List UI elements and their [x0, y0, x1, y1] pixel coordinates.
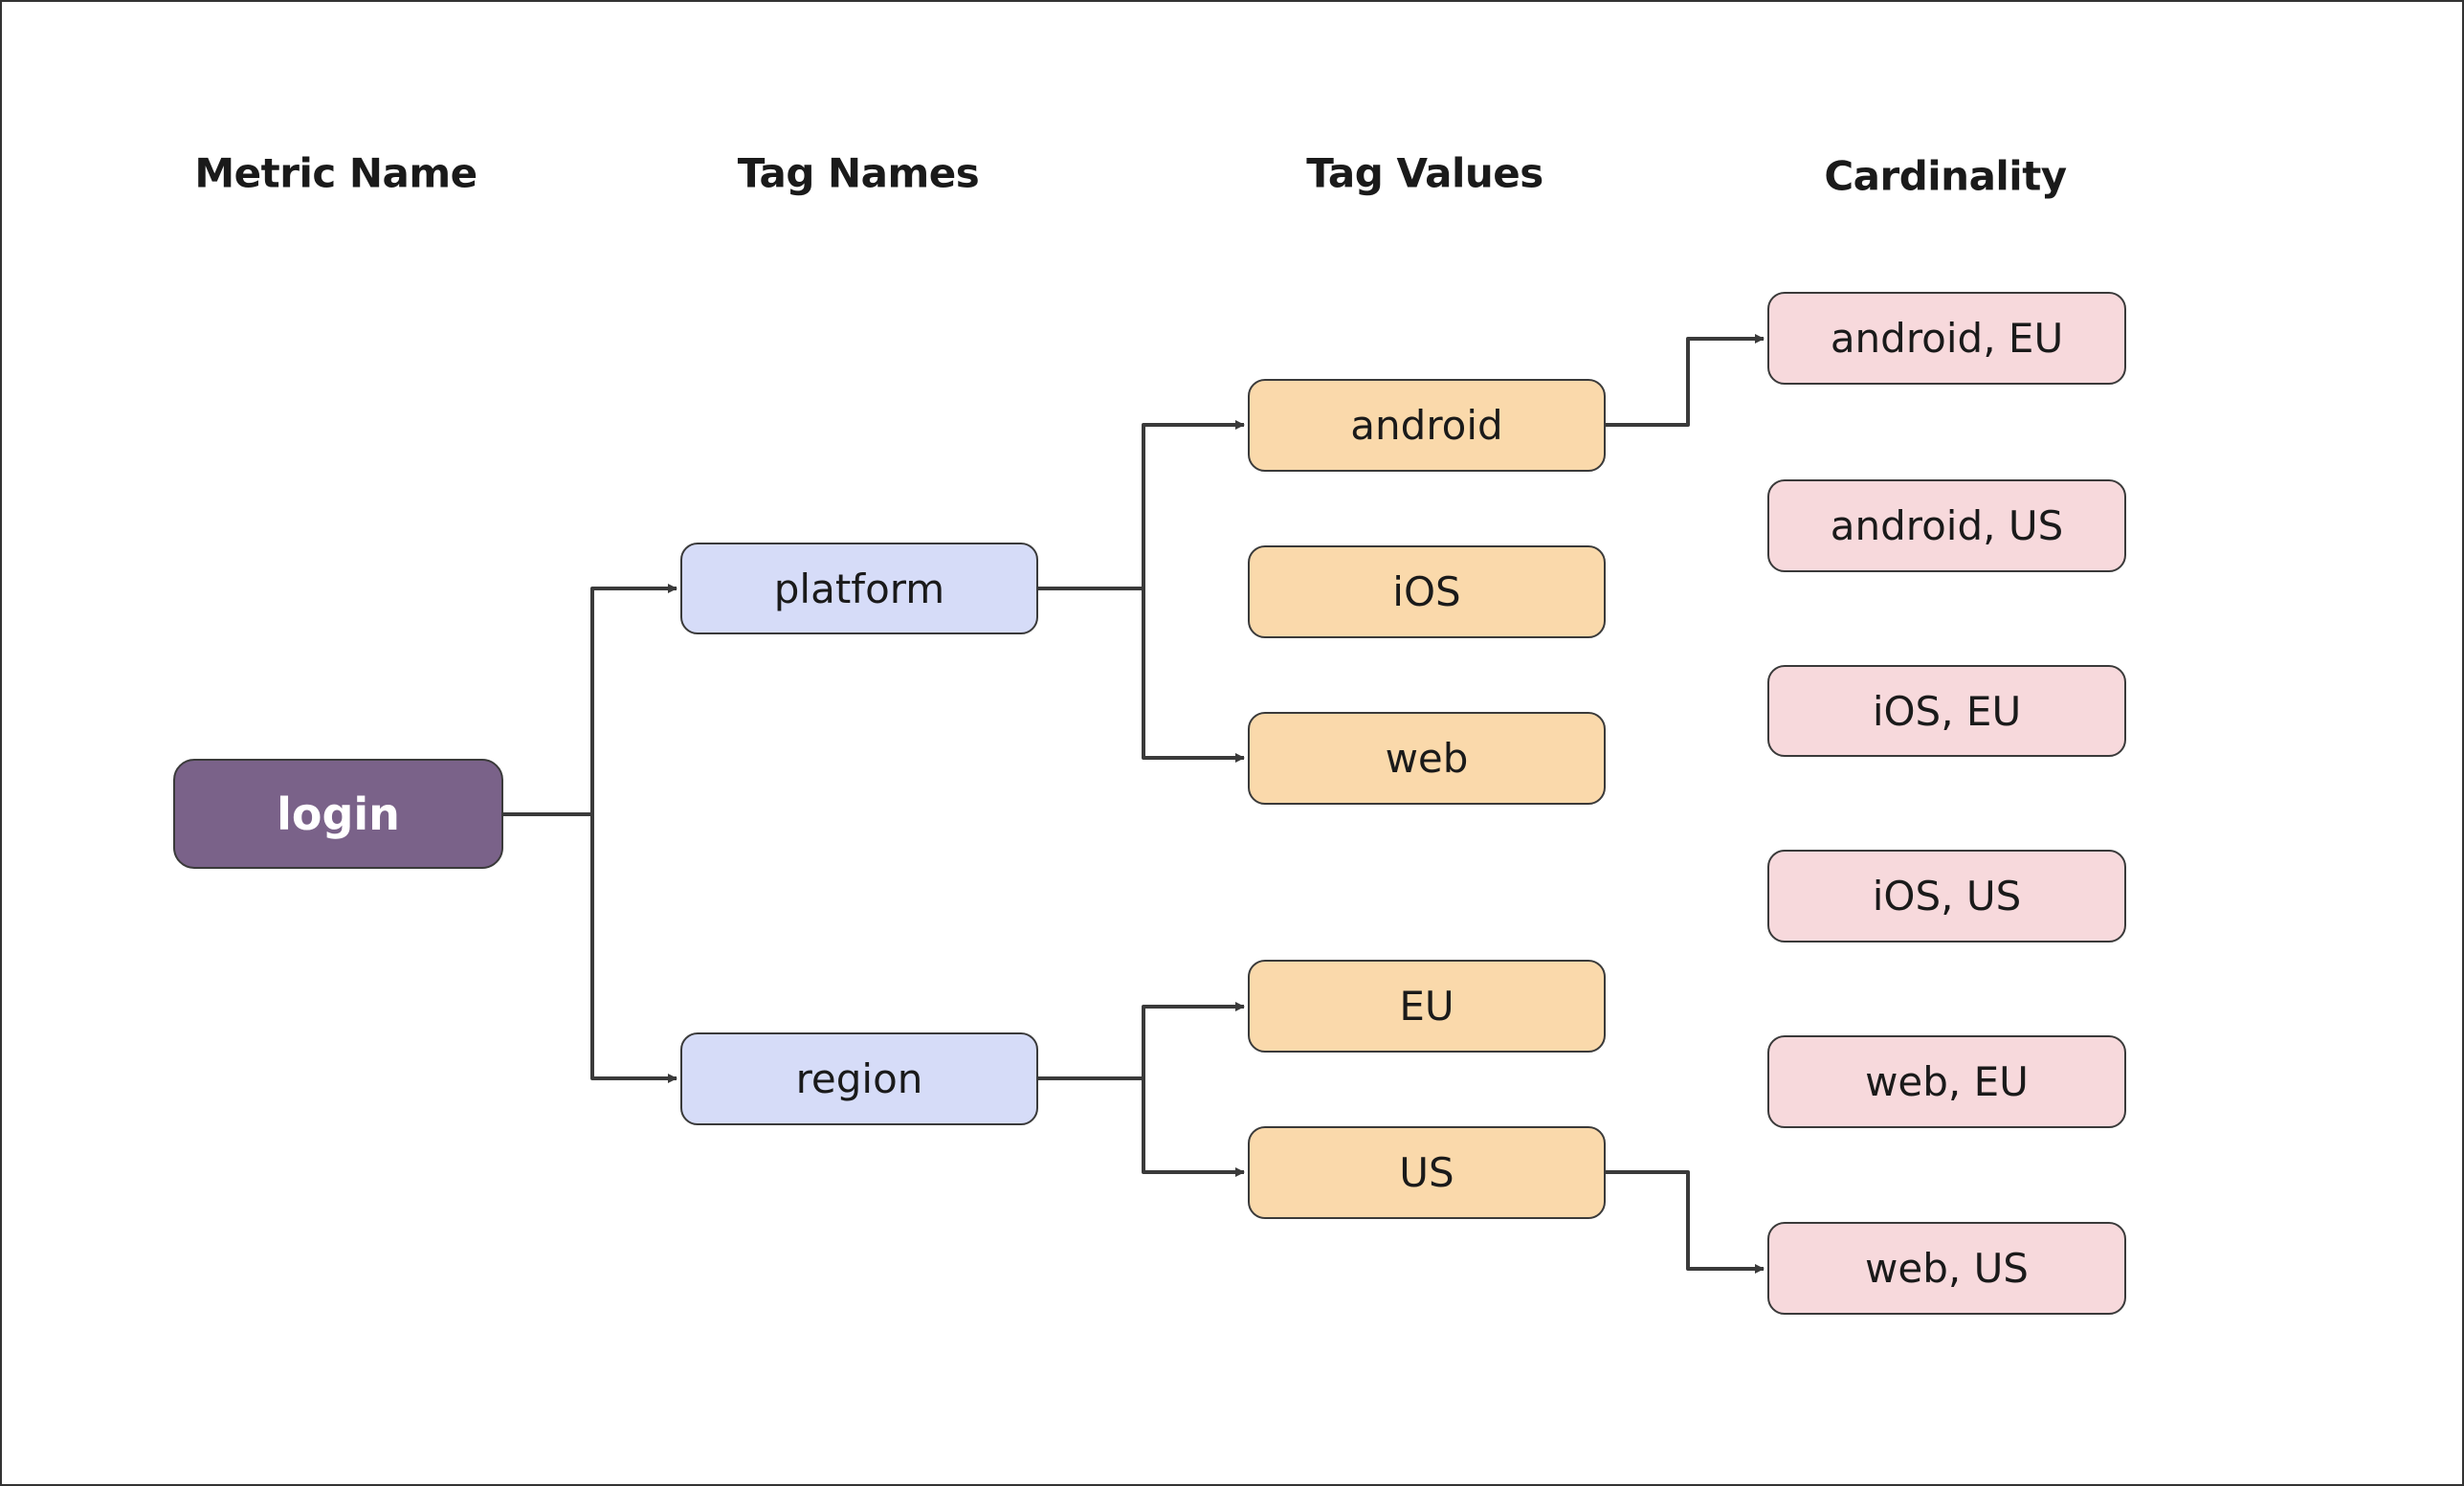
tag-value-node-android[interactable]: android [1248, 379, 1606, 472]
cardinality-node-web-us[interactable]: web, US [1767, 1222, 2126, 1315]
header-metric-name: Metric Name [194, 149, 477, 197]
tag-name-node-region[interactable]: region [680, 1032, 1038, 1125]
cardinality-node-ios-eu[interactable]: iOS, EU [1767, 665, 2126, 757]
header-tag-values: Tag Values [1306, 149, 1543, 197]
tag-value-node-eu[interactable]: EU [1248, 960, 1606, 1053]
cardinality-node-web-eu[interactable]: web, EU [1767, 1035, 2126, 1128]
tag-name-node-platform[interactable]: platform [680, 543, 1038, 634]
metric-node-login[interactable]: login [173, 759, 503, 869]
cardinality-node-ios-us[interactable]: iOS, US [1767, 850, 2126, 943]
cardinality-node-android-us[interactable]: android, US [1767, 479, 2126, 572]
tag-value-node-us[interactable]: US [1248, 1126, 1606, 1219]
header-cardinality: Cardinality [1824, 152, 2067, 200]
cardinality-node-android-eu[interactable]: android, EU [1767, 292, 2126, 385]
tag-value-node-web[interactable]: web [1248, 712, 1606, 805]
tag-value-node-ios[interactable]: iOS [1248, 545, 1606, 638]
header-tag-names: Tag Names [737, 149, 980, 197]
